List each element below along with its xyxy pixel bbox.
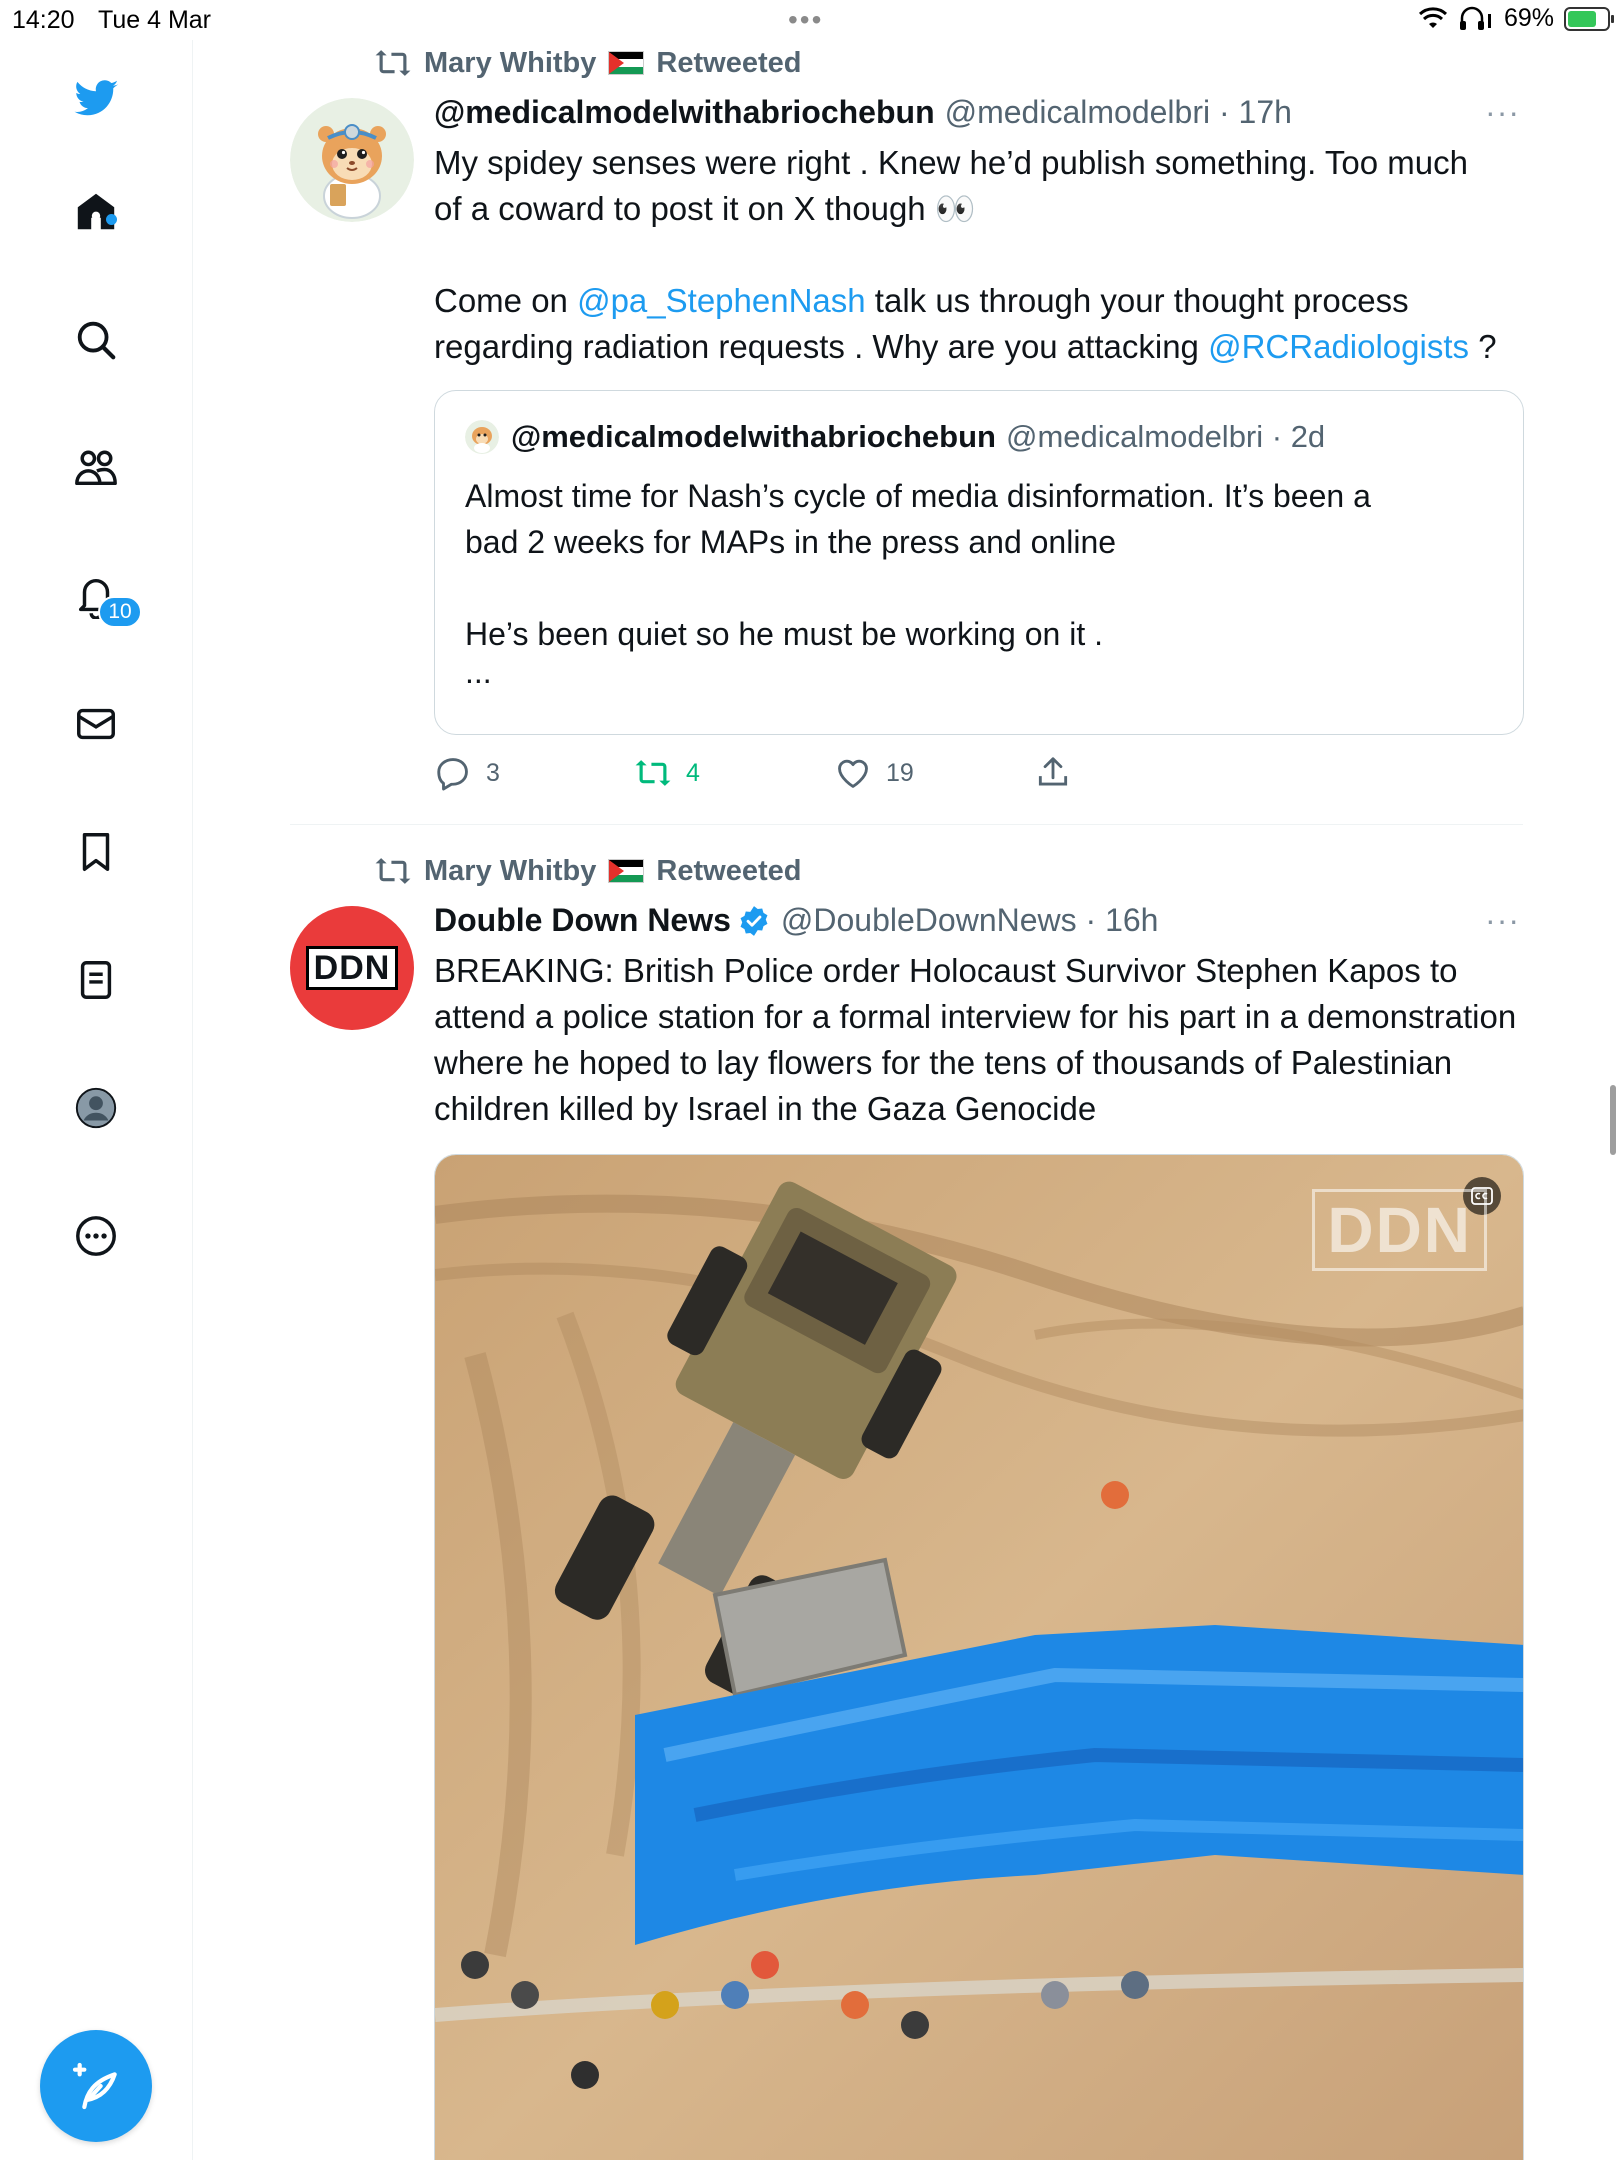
- mention-link[interactable]: @pa_StephenNash: [577, 282, 866, 319]
- hamster-doctor-avatar-icon: [465, 420, 499, 454]
- retweet-icon: [635, 760, 671, 786]
- tweet-divider: [290, 824, 1523, 825]
- battery-icon: [1564, 6, 1614, 31]
- status-right: 69%: [1418, 4, 1614, 33]
- share-button[interactable]: [1034, 754, 1234, 792]
- quoted-text-line: ...: [465, 654, 492, 690]
- bookmark-icon[interactable]: [66, 822, 126, 882]
- hamster-doctor-avatar-icon: [290, 98, 414, 222]
- battery-fill: [1568, 10, 1596, 27]
- retweet-button[interactable]: 4: [634, 754, 834, 792]
- like-button[interactable]: 19: [834, 754, 1034, 792]
- status-bar: 14:20 Tue 4 Mar ••• 69%: [0, 0, 1620, 40]
- quoted-tweet-text: Almost time for Nash’s cycle of media di…: [465, 473, 1495, 690]
- reply-icon: [437, 758, 468, 791]
- mail-icon[interactable]: [66, 694, 126, 754]
- retweet-icon: [375, 50, 411, 76]
- quoted-tweet-header: @medicalmodelwithabriochebun @medicalmod…: [465, 419, 1325, 455]
- status-date: Tue 4 Mar: [98, 6, 212, 34]
- quoted-handle-time[interactable]: @medicalmodelbri · 2d: [1006, 419, 1325, 455]
- search-icon[interactable]: [66, 310, 126, 370]
- media-watermark: DDN: [1312, 1189, 1487, 1271]
- retweet-context: Mary Whitby Retweeted: [374, 852, 801, 890]
- retweet-icon: [375, 858, 411, 884]
- quoted-text-line: bad 2 weeks for MAPs in the press and on…: [465, 524, 1117, 560]
- text-span: talk us through your thought process: [865, 282, 1409, 319]
- tweet-header: @medicalmodelwithabriochebun @medicalmod…: [434, 94, 1292, 131]
- retweeted-label: Retweeted: [656, 854, 802, 887]
- display-name[interactable]: @medicalmodelwithabriochebun: [434, 94, 935, 131]
- video-media[interactable]: DDN: [434, 1154, 1524, 2160]
- ddn-logo: DDN: [305, 946, 399, 990]
- more-icon[interactable]: [66, 1206, 126, 1266]
- retweeter-name[interactable]: Mary Whitby: [424, 47, 596, 80]
- verified-badge-icon: [740, 905, 768, 936]
- heart-icon: [838, 759, 868, 788]
- handle-time[interactable]: @DoubleDownNews · 16h: [781, 902, 1159, 939]
- tweet-text-line: My spidey senses were right . Knew he’d …: [434, 144, 1468, 181]
- like-count: 19: [886, 758, 914, 787]
- text-span: ?: [1469, 328, 1497, 365]
- avatar[interactable]: DDN: [290, 906, 414, 1030]
- status-time: 14:20: [12, 6, 75, 34]
- compose-tweet-button[interactable]: [40, 2030, 152, 2142]
- reply-button[interactable]: 3: [434, 754, 634, 792]
- tweet-actions: 3 4 19: [434, 754, 1234, 792]
- quoted-text-line: Almost time for Nash’s cycle of media di…: [465, 478, 1371, 514]
- avatar[interactable]: [290, 98, 414, 222]
- text-span: regarding radiation requests . Why are y…: [434, 328, 1209, 365]
- twitter-bird-icon[interactable]: [66, 68, 126, 128]
- tweet-header: Double Down News @DoubleDownNews · 16h: [434, 902, 1158, 939]
- video-thumbnail: [435, 1155, 1523, 2160]
- lists-icon[interactable]: [66, 950, 126, 1010]
- tweet-text-line: Come on @pa_StephenNash talk us through …: [434, 278, 1524, 324]
- headphones-icon: [1459, 6, 1491, 30]
- tweet-text: My spidey senses were right . Knew he’d …: [434, 140, 1524, 370]
- retweeted-label: Retweeted: [656, 46, 802, 79]
- tweet-text: BREAKING: British Police order Holocaust…: [434, 952, 1517, 1127]
- sidebar: 10: [0, 40, 193, 2160]
- feather-plus-icon: [72, 2062, 117, 2110]
- home-unread-dot: [106, 214, 117, 225]
- handle-time[interactable]: @medicalmodelbri · 17h: [945, 94, 1292, 131]
- more-options-icon[interactable]: ···: [1485, 94, 1520, 131]
- palestine-flag-icon: [608, 51, 645, 75]
- display-name[interactable]: Double Down News: [434, 902, 731, 939]
- palestine-flag-icon: [608, 859, 645, 883]
- battery-percent: 69%: [1503, 4, 1554, 32]
- notification-count-badge: 10: [98, 596, 142, 628]
- retweet-count: 4: [686, 758, 700, 787]
- home-icon[interactable]: [66, 182, 126, 242]
- more-options-icon[interactable]: ···: [1485, 902, 1520, 939]
- tweet-text-line: regarding radiation requests . Why are y…: [434, 324, 1524, 370]
- tweet-text-line: of a coward to post it on X though 👀: [434, 190, 976, 227]
- quoted-display-name[interactable]: @medicalmodelwithabriochebun: [511, 419, 996, 455]
- share-icon: [1038, 757, 1068, 786]
- multitasking-dots-icon[interactable]: •••: [788, 4, 823, 36]
- scroll-indicator[interactable]: [1610, 1085, 1616, 1155]
- retweet-context: Mary Whitby Retweeted: [374, 44, 801, 82]
- wifi-icon: [1418, 6, 1447, 28]
- mention-link[interactable]: @RCRadiologists: [1208, 328, 1469, 365]
- reply-count: 3: [486, 758, 500, 787]
- communities-icon[interactable]: [66, 438, 126, 498]
- quoted-avatar: [465, 420, 499, 454]
- quoted-text-line: He’s been quiet so he must be working on…: [465, 616, 1103, 652]
- profile-icon[interactable]: [66, 1078, 126, 1138]
- text-span: Come on: [434, 282, 578, 319]
- quoted-tweet[interactable]: @medicalmodelwithabriochebun @medicalmod…: [434, 390, 1524, 735]
- retweeter-name[interactable]: Mary Whitby: [424, 855, 596, 888]
